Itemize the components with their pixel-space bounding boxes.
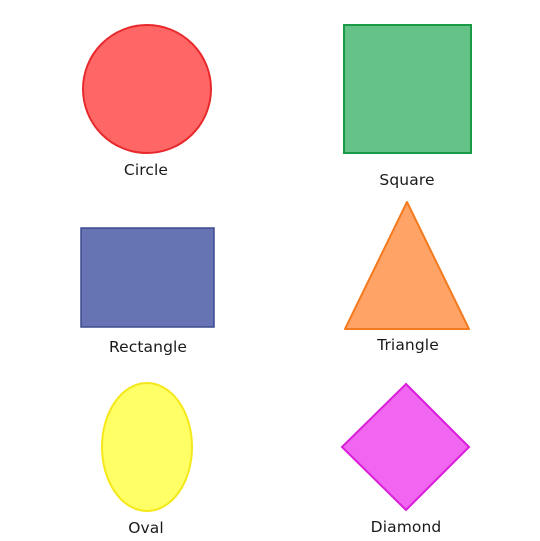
diamond-svg — [340, 382, 471, 512]
diamond-label: Diamond — [370, 518, 442, 536]
diamond-shape — [340, 382, 471, 512]
